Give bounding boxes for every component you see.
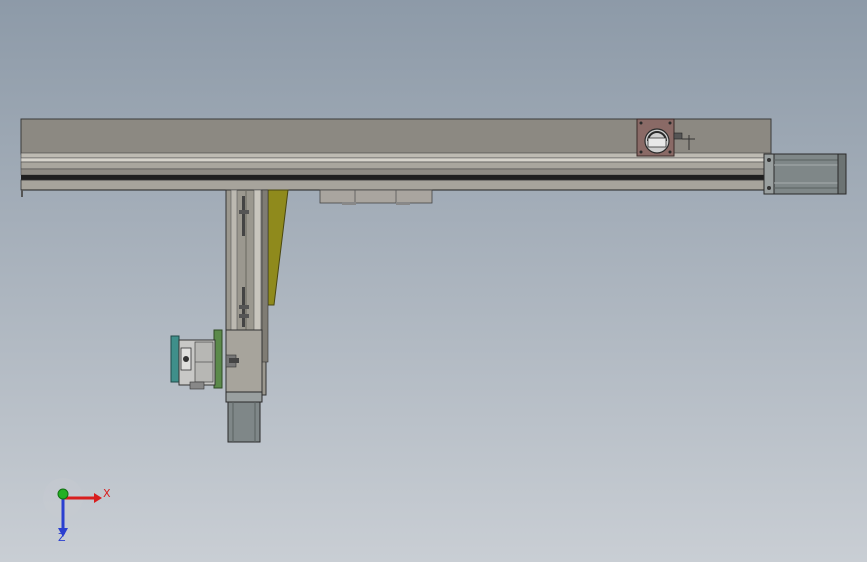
axis-z-label: Z (58, 531, 66, 544)
coupling-slot (647, 137, 667, 148)
gripper-fitting (189, 381, 205, 390)
sensor-tab (239, 305, 249, 309)
cad-scene[interactable]: X Z (0, 0, 867, 562)
motor-bolt-icon (767, 186, 771, 190)
beam-carriage-block[interactable] (319, 189, 433, 205)
beam-base (20, 179, 772, 191)
x-axis-stepper-motor[interactable] (763, 153, 847, 195)
axis-y-dot-icon (57, 488, 69, 500)
teal-gripper-plate (170, 335, 180, 383)
beam-rail-lower (20, 168, 772, 176)
bracket-bolt-icon (668, 150, 672, 154)
motor-end-cap (837, 153, 847, 195)
z-column-side (261, 189, 269, 363)
sensor-tab (239, 210, 249, 214)
viewport-background (0, 0, 867, 562)
beam-rail-mid (20, 161, 772, 170)
sensor-tab (239, 314, 249, 318)
bracket-bolt-icon (639, 121, 643, 125)
beam-belt-slot (21, 175, 771, 180)
z-motor-flange (225, 391, 263, 403)
carriage-foot (396, 202, 410, 205)
coupling-screw (673, 132, 683, 140)
sensor-slot-upper (242, 196, 245, 236)
carriage-plate (319, 189, 433, 204)
beam-rail-highlight (20, 157, 772, 163)
graphics-viewport[interactable]: X Z (0, 0, 867, 562)
motor-bolt-icon (767, 158, 771, 162)
gripper-connector (229, 358, 239, 363)
carriage-foot (342, 202, 356, 205)
bracket-bolt-icon (639, 150, 643, 154)
gripper-bolt-icon (183, 356, 189, 362)
axis-x-label: X (103, 487, 111, 500)
bracket-bolt-icon (668, 121, 672, 125)
beam-left-foot (21, 190, 23, 197)
